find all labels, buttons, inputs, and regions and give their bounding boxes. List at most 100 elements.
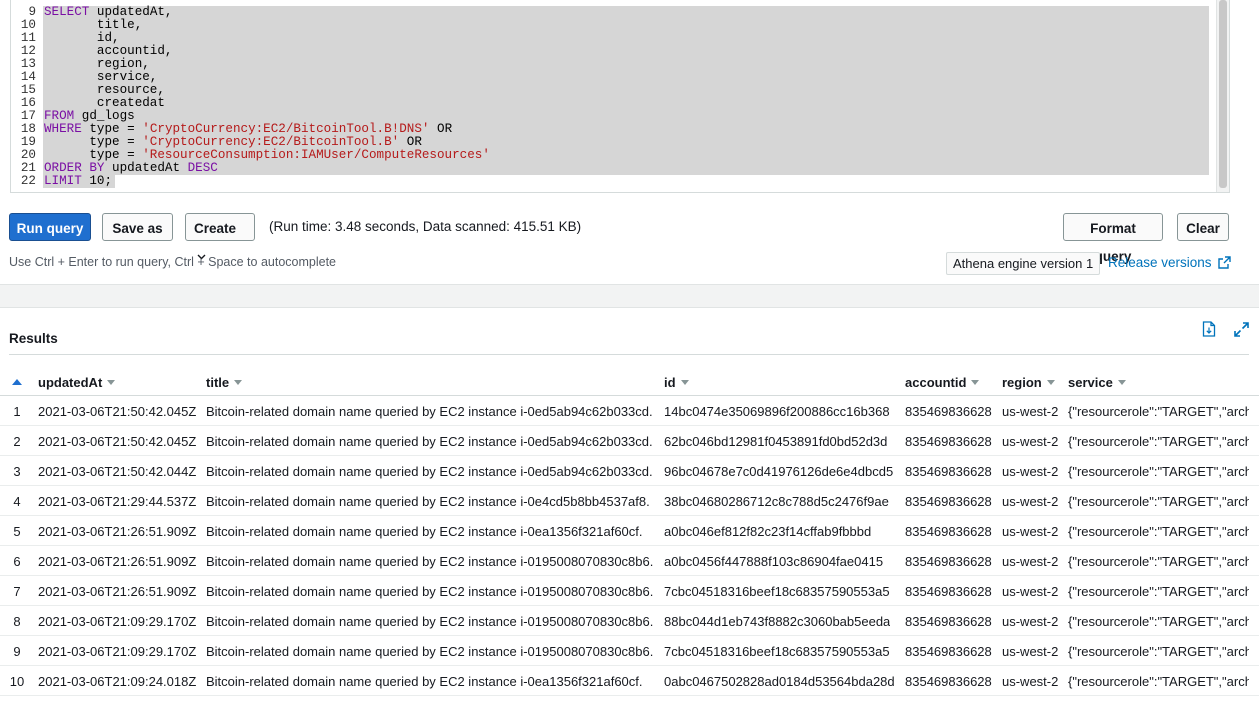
run-query-button[interactable]: Run query [9, 213, 91, 241]
sql-token: OR [429, 122, 453, 136]
cell-service: {"resourcerole":"TARGET","arch [1068, 464, 1249, 479]
sql-string: 'ResourceConsumption:IAMUser/ComputeReso… [142, 148, 490, 162]
cell-service: {"resourcerole":"TARGET","arch [1068, 644, 1249, 659]
cell-title: Bitcoin-related domain name queried by E… [206, 434, 653, 449]
run-info-text: (Run time: 3.48 seconds, Data scanned: 4… [269, 219, 582, 234]
cell-region: us-west-2 [1002, 404, 1059, 419]
code-text: LIMIT 10; [44, 175, 112, 188]
table-row[interactable]: 3 2021-03-06T21:50:42.044Z Bitcoin-related… [0, 456, 1259, 486]
table-row[interactable]: 5 2021-03-06T21:26:51.909Z Bitcoin-related… [0, 516, 1259, 546]
cell-updatedat: 2021-03-06T21:29:44.537Z [38, 494, 197, 509]
cell-updatedat: 2021-03-06T21:09:24.018Z [38, 674, 197, 689]
cell-updatedat: 2021-03-06T21:09:29.170Z [38, 614, 197, 629]
sql-editor[interactable]: 9 SELECT updatedAt, 10 title, 11 id, 12 acco… [10, 0, 1230, 193]
line-number: 22 [20, 174, 36, 188]
cell-id: a0bc0456f447888f103c86904fae0415 [664, 554, 884, 569]
col-header-id[interactable]: id [664, 375, 689, 390]
sql-token: OR [399, 135, 422, 149]
row-number: 10 [9, 674, 25, 689]
cell-accountid: 835469836628 [905, 674, 992, 689]
table-row[interactable]: 9 2021-03-06T21:09:29.170Z Bitcoin-related… [0, 636, 1259, 666]
cell-service: {"resourcerole":"TARGET","arch [1068, 434, 1249, 449]
create-dropdown-button[interactable]: Create [185, 213, 255, 260]
cell-id: 0abc0467502828ad0184d53564bda28d [664, 674, 895, 689]
cell-accountid: 835469836628 [905, 644, 992, 659]
col-label: region [1002, 375, 1042, 390]
cell-region: us-west-2 [1002, 674, 1059, 689]
cell-accountid: 835469836628 [905, 494, 992, 509]
editor-scrollbar[interactable] [1216, 0, 1229, 192]
cell-accountid: 835469836628 [905, 404, 992, 419]
table-row[interactable]: 7 2021-03-06T21:26:51.909Z Bitcoin-related… [0, 576, 1259, 606]
caret-down-icon [234, 380, 243, 385]
release-versions-label: Release versions [1108, 255, 1212, 270]
col-header-updatedat[interactable]: updatedAt [38, 375, 116, 390]
cell-region: us-west-2 [1002, 614, 1059, 629]
sql-token: gd_logs [74, 109, 135, 123]
download-csv-icon[interactable] [1202, 321, 1216, 337]
table-row[interactable]: 2 2021-03-06T21:50:42.045Z Bitcoin-related… [0, 426, 1259, 456]
cell-title: Bitcoin-related domain name queried by E… [206, 614, 654, 629]
col-label: updatedAt [38, 375, 103, 390]
editor-scrollbar-thumb[interactable] [1219, 0, 1227, 188]
col-label: service [1068, 375, 1113, 390]
save-as-button[interactable]: Save as [102, 213, 173, 241]
cell-region: us-west-2 [1002, 644, 1059, 659]
cell-updatedat: 2021-03-06T21:09:29.170Z [38, 644, 197, 659]
cell-title: Bitcoin-related domain name queried by E… [206, 404, 653, 419]
row-number: 1 [13, 404, 21, 419]
table-row[interactable]: 4 2021-03-06T21:29:44.537Z Bitcoin-related… [0, 486, 1259, 516]
cell-updatedat: 2021-03-06T21:26:51.909Z [38, 584, 197, 599]
cell-title: Bitcoin-related domain name queried by E… [206, 644, 654, 659]
cell-title: Bitcoin-related domain name queried by E… [206, 524, 643, 539]
cell-accountid: 835469836628 [905, 524, 992, 539]
cell-id: 62bc046bd12981f0453891fd0bd52d3d [664, 434, 888, 449]
caret-down-icon [1117, 380, 1126, 385]
format-query-button[interactable]: Format query [1063, 213, 1163, 264]
table-row[interactable]: 10 2021-03-06T21:09:24.018Z Bitcoin-relate… [0, 666, 1259, 696]
table-row[interactable]: 1 2021-03-06T21:50:42.045Z Bitcoin-related… [0, 396, 1259, 426]
sql-token: type = [44, 135, 143, 149]
sql-token: service, [44, 70, 158, 84]
cell-service: {"resourcerole":"TARGET","arch [1068, 584, 1249, 599]
release-versions-link[interactable]: Release versions [1108, 255, 1231, 270]
row-number: 3 [13, 464, 21, 479]
sql-string: 'CryptoCurrency:EC2/BitcoinTool.B' [142, 135, 400, 149]
sql-token: id, [44, 31, 120, 45]
keyboard-hint: Use Ctrl + Enter to run query, Ctrl + Sp… [9, 255, 337, 269]
row-number: 2 [13, 434, 21, 449]
col-header-title[interactable]: title [206, 375, 243, 390]
caret-down-icon [680, 380, 689, 385]
cell-service: {"resourcerole":"TARGET","arch [1068, 494, 1249, 509]
col-header-service[interactable]: service [1068, 375, 1126, 390]
sql-token: title, [44, 18, 143, 32]
cell-id: 88bc044d1eb743f8882c3060bab5eeda [664, 614, 891, 629]
clear-button[interactable]: Clear [1177, 213, 1229, 241]
sql-token: updatedAt [104, 161, 188, 175]
sql-token: resource, [44, 83, 165, 97]
engine-version-badge: Athena engine version 1 [946, 252, 1101, 275]
table-row[interactable]: 8 2021-03-06T21:09:29.170Z Bitcoin-related… [0, 606, 1259, 636]
col-header-accountid[interactable]: accountid [905, 375, 980, 390]
row-number: 6 [13, 554, 21, 569]
sql-keyword: SELECT [44, 5, 90, 19]
cell-accountid: 835469836628 [905, 464, 992, 479]
external-link-icon [1217, 256, 1231, 269]
cell-updatedat: 2021-03-06T21:50:42.044Z [38, 464, 197, 479]
col-header-region[interactable]: region [1002, 375, 1055, 390]
sql-keyword: LIMIT [44, 174, 82, 188]
cell-service: {"resourcerole":"TARGET","arch [1068, 404, 1249, 419]
cell-id: 96bc04678e7c0d41976126de6e4dbcd5 [664, 464, 894, 479]
cell-accountid: 835469836628 [905, 554, 992, 569]
cell-updatedat: 2021-03-06T21:50:42.045Z [38, 404, 197, 419]
sql-token: region, [44, 57, 150, 71]
cell-updatedat: 2021-03-06T21:26:51.909Z [38, 524, 197, 539]
cell-id: 14bc0474e35069896f200886cc16b368 [664, 404, 890, 419]
sql-token: createdat [44, 96, 165, 110]
cell-region: us-west-2 [1002, 464, 1059, 479]
table-row[interactable]: 6 2021-03-06T21:26:51.909Z Bitcoin-related… [0, 546, 1259, 576]
expand-icon[interactable] [1234, 322, 1249, 337]
code-lines[interactable]: 9 SELECT updatedAt, 10 title, 11 id, 12 acco… [11, 6, 490, 188]
cell-region: us-west-2 [1002, 494, 1059, 509]
row-number: 8 [13, 614, 21, 629]
